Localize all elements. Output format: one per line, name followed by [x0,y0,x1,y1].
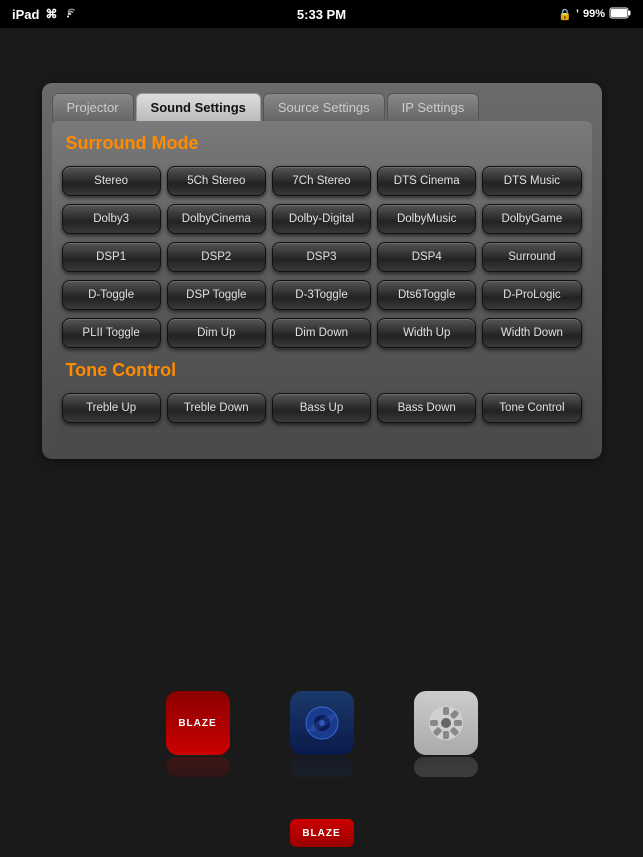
btn-tone-control[interactable]: Tone Control [482,393,581,423]
btn-d3-toggle[interactable]: D-3Toggle [272,280,371,310]
btn-surround[interactable]: Surround [482,242,581,272]
status-time: 5:33 PM [297,7,346,22]
bluray-app-icon[interactable] [290,691,354,777]
btn-dolby-music[interactable]: DolbyMusic [377,204,476,234]
btn-width-down[interactable]: Width Down [482,318,581,348]
btn-plii-toggle[interactable]: PLII Toggle [62,318,161,348]
surround-mode-title: Surround Mode [62,133,582,154]
tab-source-settings[interactable]: Source Settings [263,93,385,121]
battery-percentage: 99% [583,8,605,20]
settings-app-icon[interactable] [414,691,478,777]
btn-dts-music[interactable]: DTS Music [482,166,581,196]
btn-dsp4[interactable]: DSP4 [377,242,476,272]
tab-ip-settings[interactable]: IP Settings [387,93,480,121]
home-button[interactable]: BLAZE [290,819,354,847]
tab-projector[interactable]: Projector [52,93,134,121]
btn-5ch-stereo[interactable]: 5Ch Stereo [167,166,266,196]
tab-bar: Projector Sound Settings Source Settings… [42,83,602,121]
button-row-1: Stereo 5Ch Stereo 7Ch Stereo DTS Cinema … [62,166,582,196]
tone-control-title: Tone Control [62,360,582,381]
btn-d-prologic[interactable]: D-ProLogic [482,280,581,310]
btn-stereo[interactable]: Stereo [62,166,161,196]
wifi-icon: ⌘ [45,7,74,21]
btn-dts6-toggle[interactable]: Dts6Toggle [377,280,476,310]
btn-treble-up[interactable]: Treble Up [62,393,161,423]
btn-treble-down[interactable]: Treble Down [167,393,266,423]
btn-dsp-toggle[interactable]: DSP Toggle [167,280,266,310]
blaze-app-icon[interactable]: BLAZE [166,691,230,777]
btn-dim-down[interactable]: Dim Down [272,318,371,348]
btn-dsp3[interactable]: DSP3 [272,242,371,272]
bluray-icon[interactable] [290,691,354,755]
settings-panel: Projector Sound Settings Source Settings… [42,83,602,459]
btn-dolby-game[interactable]: DolbyGame [482,204,581,234]
btn-7ch-stereo[interactable]: 7Ch Stereo [272,166,371,196]
button-row-3: DSP1 DSP2 DSP3 DSP4 Surround [62,242,582,272]
btn-dts-cinema[interactable]: DTS Cinema [377,166,476,196]
dock-area: BLAZE [0,691,643,777]
tab-sound-settings[interactable]: Sound Settings [136,93,261,121]
status-bar: iPad ⌘ 5:33 PM 🔒 ’ 99% [0,0,643,28]
bluetooth-icon: ’ [576,8,579,20]
btn-dolby-digital[interactable]: Dolby-Digital [272,204,371,234]
home-bar: BLAZE [290,819,354,847]
btn-bass-up[interactable]: Bass Up [272,393,371,423]
lock-icon: 🔒 [558,8,572,21]
btn-dolby-cinema[interactable]: DolbyCinema [167,204,266,234]
button-row-2: Dolby3 DolbyCinema Dolby-Digital DolbyMu… [62,204,582,234]
battery-icon [609,7,631,22]
blaze-icon[interactable]: BLAZE [166,691,230,755]
gear-icon[interactable] [414,691,478,755]
button-row-5: PLII Toggle Dim Up Dim Down Width Up Wid… [62,318,582,348]
button-row-6: Treble Up Treble Down Bass Up Bass Down … [62,393,582,423]
main-content: Projector Sound Settings Source Settings… [0,28,643,857]
button-row-4: D-Toggle DSP Toggle D-3Toggle Dts6Toggle… [62,280,582,310]
btn-dsp2[interactable]: DSP2 [167,242,266,272]
btn-width-up[interactable]: Width Up [377,318,476,348]
btn-d-toggle[interactable]: D-Toggle [62,280,161,310]
blaze-label: BLAZE [178,718,216,729]
btn-dsp1[interactable]: DSP1 [62,242,161,272]
panel-body: Surround Mode Stereo 5Ch Stereo 7Ch Ster… [52,121,592,443]
home-button-label: BLAZE [302,828,340,839]
btn-dolby3[interactable]: Dolby3 [62,204,161,234]
device-label: iPad [12,7,39,22]
status-right: 🔒 ’ 99% [558,7,631,22]
btn-dim-up[interactable]: Dim Up [167,318,266,348]
btn-bass-down[interactable]: Bass Down [377,393,476,423]
status-left: iPad ⌘ [12,7,75,22]
